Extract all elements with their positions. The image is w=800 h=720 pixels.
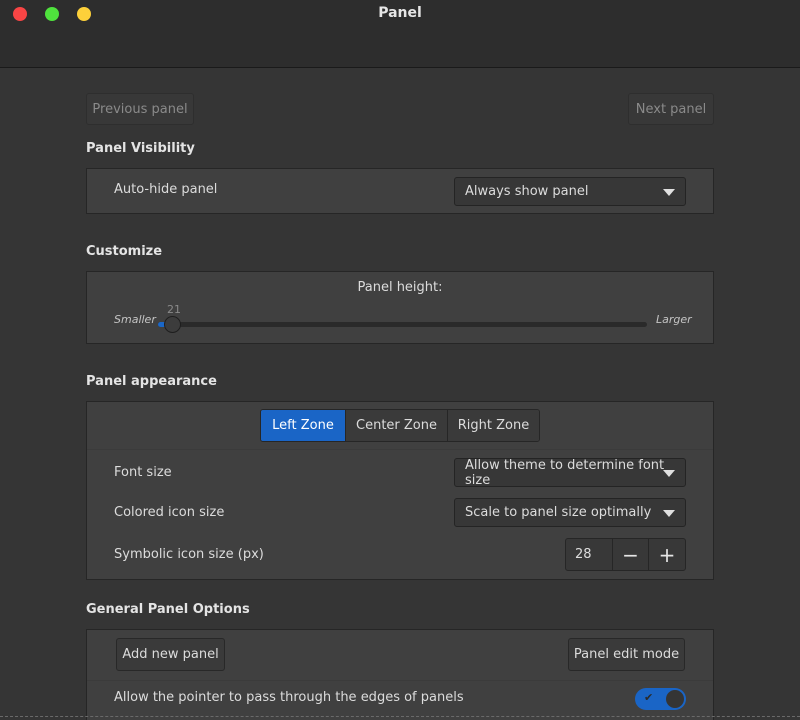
section-heading-appearance: Panel appearance xyxy=(86,374,217,389)
autohide-dropdown[interactable]: Always show panel xyxy=(454,177,686,206)
check-icon: ✔ xyxy=(644,691,654,704)
customize-frame: Panel height: Smaller 21 Larger xyxy=(86,271,714,344)
smaller-label: Smaller xyxy=(114,313,156,326)
colored-icon-size-dropdown[interactable]: Scale to panel size optimally xyxy=(454,498,686,527)
visibility-frame: Auto-hide panel Always show panel xyxy=(86,168,714,214)
divider xyxy=(87,680,713,681)
font-size-dropdown[interactable]: Allow theme to determine font size xyxy=(454,457,686,488)
dashed-edge-divider xyxy=(0,716,800,717)
font-size-value: Allow theme to determine font size xyxy=(465,457,665,488)
add-new-panel-button[interactable]: Add new panel xyxy=(116,638,225,671)
font-size-label: Font size xyxy=(114,465,172,480)
symbolic-icon-size-input[interactable]: 28 xyxy=(566,539,613,570)
previous-panel-button[interactable]: Previous panel xyxy=(86,93,194,125)
symbolic-icon-size-label: Symbolic icon size (px) xyxy=(114,547,264,562)
window-title: Panel xyxy=(378,5,422,21)
minus-icon: − xyxy=(622,542,639,567)
settings-content: Previous panel Next panel Panel Visibili… xyxy=(0,69,800,720)
general-frame: Add new panel Panel edit mode Allow the … xyxy=(86,629,714,720)
plus-icon: + xyxy=(658,542,676,567)
panel-height-label: Panel height: xyxy=(357,280,443,295)
panel-height-value: 21 xyxy=(167,303,181,316)
zone-tabs: Left Zone Center Zone Right Zone xyxy=(260,409,540,442)
symbolic-icon-size-spinner: 28 − + xyxy=(565,538,686,571)
title-bar: Panel xyxy=(0,0,800,68)
chevron-down-icon xyxy=(663,509,675,517)
appearance-frame: Left Zone Center Zone Right Zone Font si… xyxy=(86,401,714,580)
pointer-pass-toggle[interactable]: ✔ xyxy=(635,688,686,710)
larger-label: Larger xyxy=(656,313,692,326)
panel-height-slider-handle[interactable] xyxy=(164,316,181,333)
chevron-down-icon xyxy=(663,469,675,477)
toggle-knob xyxy=(665,689,685,709)
section-heading-visibility: Panel Visibility xyxy=(86,141,195,156)
pointer-pass-label: Allow the pointer to pass through the ed… xyxy=(114,690,464,705)
tab-center-zone[interactable]: Center Zone xyxy=(346,410,448,441)
increment-button[interactable]: + xyxy=(649,539,685,570)
chevron-down-icon xyxy=(663,188,675,196)
divider xyxy=(87,449,713,450)
colored-icon-size-value: Scale to panel size optimally xyxy=(465,505,652,520)
decrement-button[interactable]: − xyxy=(613,539,649,570)
tab-right-zone[interactable]: Right Zone xyxy=(448,410,539,441)
panel-edit-mode-button[interactable]: Panel edit mode xyxy=(568,638,685,671)
next-panel-button[interactable]: Next panel xyxy=(628,93,714,125)
colored-icon-size-label: Colored icon size xyxy=(114,505,225,520)
autohide-value: Always show panel xyxy=(465,184,589,199)
panel-height-slider-track[interactable] xyxy=(158,322,647,327)
section-heading-general: General Panel Options xyxy=(86,602,250,617)
section-heading-customize: Customize xyxy=(86,244,163,259)
tab-left-zone[interactable]: Left Zone xyxy=(261,410,346,441)
autohide-label: Auto-hide panel xyxy=(114,182,218,197)
